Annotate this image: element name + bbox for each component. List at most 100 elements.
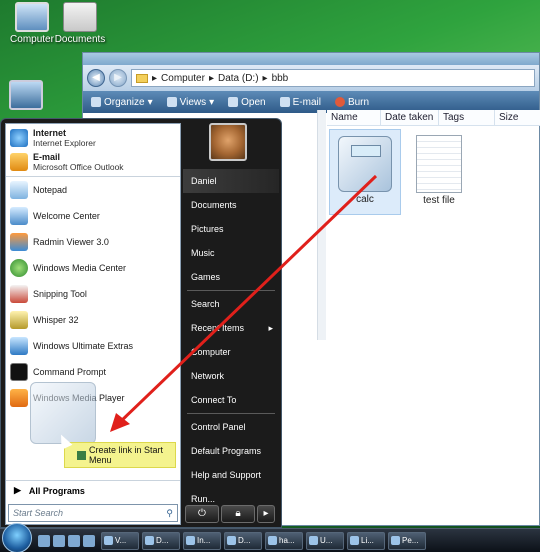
views-icon — [166, 97, 177, 107]
column-header-size[interactable]: Size — [495, 110, 540, 125]
taskbar-button[interactable]: V... — [101, 531, 139, 550]
open-label: Open — [241, 96, 266, 108]
folder-icon — [136, 73, 148, 83]
taskbar-buttons: V... D... In... D... ha... U... Li... Pe… — [101, 531, 426, 550]
power-options-button[interactable]: ▸ — [257, 505, 275, 523]
pinned-item-internet[interactable]: Internet Internet Explorer — [6, 126, 180, 150]
file-item-test-file[interactable]: test file — [403, 129, 475, 215]
breadcrumb-folder[interactable]: bbb — [272, 73, 289, 84]
quick-launch-icon[interactable] — [83, 534, 95, 547]
recent-item-whisper[interactable]: Whisper 32 — [6, 307, 180, 333]
back-button[interactable]: ◀ — [87, 69, 105, 87]
desktop-icon-documents[interactable]: Documents — [48, 2, 112, 45]
taskbar-button[interactable]: ha... — [265, 531, 303, 550]
explorer-titlebar[interactable] — [83, 53, 539, 65]
notepad-icon — [10, 181, 28, 199]
pinned-title: Internet — [33, 128, 67, 138]
recent-item-label: Windows Media Center — [33, 263, 127, 273]
network-icon — [9, 80, 43, 110]
pinned-title: E-mail — [33, 152, 61, 162]
recent-item-ultimate-extras[interactable]: Windows Ultimate Extras — [6, 333, 180, 359]
places-item-documents[interactable]: Documents — [183, 193, 279, 217]
forward-button[interactable]: ▶ — [109, 69, 127, 87]
recent-item-media-center[interactable]: Windows Media Center — [6, 255, 180, 281]
breadcrumb-computer[interactable]: Computer — [161, 73, 205, 84]
column-headers: Name Date taken Tags Size — [327, 110, 540, 126]
breadcrumb-sep: ▸ — [262, 72, 268, 84]
breadcrumb-drive[interactable]: Data (D:) — [218, 73, 259, 84]
column-header-tags[interactable]: Tags — [439, 110, 495, 125]
places-item-connect-to[interactable]: Connect To — [183, 388, 279, 412]
breadcrumb-sep: ▸ — [208, 72, 214, 84]
recent-item-notepad[interactable]: Notepad — [6, 177, 180, 203]
taskbar-button[interactable]: Pe... — [388, 531, 426, 550]
desktop-icon-network[interactable] — [0, 80, 58, 112]
places-item-control-panel[interactable]: Control Panel — [183, 415, 279, 439]
lock-button[interactable]: 🔒︎ — [221, 505, 255, 523]
all-programs-button[interactable]: ▶ All Programs — [6, 480, 180, 500]
views-label: Views — [179, 96, 207, 108]
places-item-help-support[interactable]: Help and Support — [183, 463, 279, 487]
places-item-games[interactable]: Games — [183, 265, 279, 289]
scrollbar[interactable] — [317, 110, 326, 340]
recent-item-welcome-center[interactable]: Welcome Center — [6, 203, 180, 229]
column-header-date[interactable]: Date taken — [381, 110, 439, 125]
quick-launch-icon[interactable] — [68, 534, 80, 547]
taskbar: V... D... In... D... ha... U... Li... Pe… — [0, 522, 540, 552]
taskbar-button[interactable]: In... — [183, 531, 221, 550]
quick-launch — [38, 534, 95, 547]
taskbar-button[interactable]: D... — [142, 531, 180, 550]
internet-explorer-icon — [10, 129, 28, 147]
user-folder-link[interactable]: Daniel — [183, 169, 279, 193]
text-file-icon — [416, 135, 462, 193]
recent-item-radmin[interactable]: Radmin Viewer 3.0 — [6, 229, 180, 255]
app-icon — [186, 536, 195, 545]
organize-label: Organize — [104, 96, 145, 108]
organize-icon — [91, 97, 101, 107]
quick-launch-icon[interactable] — [38, 534, 50, 547]
search-placeholder: Start Search — [13, 508, 64, 518]
welcome-center-icon — [10, 207, 28, 225]
taskbar-button-label: ha... — [279, 536, 295, 545]
places-item-computer[interactable]: Computer — [183, 340, 279, 364]
taskbar-button[interactable]: Li... — [347, 531, 385, 550]
places-item-network[interactable]: Network — [183, 364, 279, 388]
taskbar-button[interactable]: U... — [306, 531, 344, 550]
taskbar-button[interactable]: D... — [224, 531, 262, 550]
app-icon — [268, 536, 277, 545]
email-button[interactable]: E-mail — [279, 97, 321, 108]
quick-launch-icon[interactable] — [53, 534, 65, 547]
burn-button[interactable]: Burn — [334, 97, 369, 108]
recent-item-snipping-tool[interactable]: Snipping Tool — [6, 281, 180, 307]
places-item-search[interactable]: Search — [183, 292, 279, 316]
start-orb-button[interactable] — [2, 522, 32, 552]
file-item-calc[interactable]: calc — [329, 129, 401, 215]
recent-items-label: Recent Items — [191, 323, 245, 333]
pinned-programs: Internet Internet Explorer E-mail Microsof… — [6, 124, 180, 177]
column-header-name[interactable]: Name — [327, 110, 381, 125]
taskbar-button-label: U... — [320, 536, 333, 545]
organize-button[interactable]: Organize ▾ — [91, 97, 153, 108]
places-item-default-programs[interactable]: Default Programs — [183, 439, 279, 463]
places-item-recent-items[interactable]: Recent Items ▸ — [183, 316, 279, 340]
places-item-pictures[interactable]: Pictures — [183, 217, 279, 241]
address-field[interactable]: ▸ Computer ▸ Data (D:) ▸ bbb — [131, 69, 535, 87]
recent-item-command-prompt[interactable]: Command Prompt — [6, 359, 180, 385]
views-button[interactable]: Views ▾ — [166, 96, 214, 108]
taskbar-button-label: D... — [238, 536, 251, 545]
whisper-icon — [10, 311, 28, 329]
outlook-icon — [10, 153, 28, 171]
file-name: test file — [423, 195, 455, 206]
documents-icon — [63, 2, 97, 32]
breadcrumb-sep: ▸ — [152, 72, 158, 84]
places-item-music[interactable]: Music — [183, 241, 279, 265]
media-player-icon — [10, 389, 28, 407]
open-button[interactable]: Open — [228, 96, 266, 108]
power-button[interactable]: ⏻ — [185, 505, 219, 523]
user-picture[interactable] — [209, 123, 247, 161]
pinned-item-email[interactable]: E-mail Microsoft Office Outlook — [6, 150, 180, 174]
app-icon — [391, 536, 400, 545]
start-search-input[interactable]: Start Search ⚲ — [8, 504, 178, 522]
search-icon: ⚲ — [166, 507, 173, 518]
file-name: calc — [356, 194, 374, 205]
